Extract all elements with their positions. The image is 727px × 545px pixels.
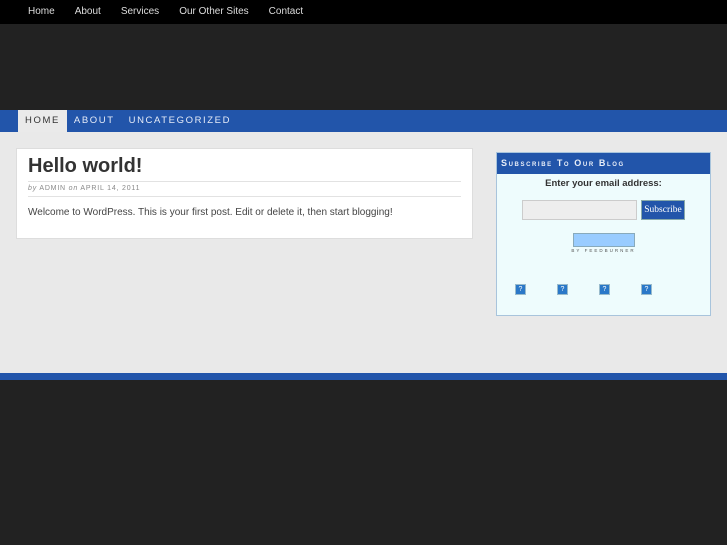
top-nav-other-sites[interactable]: Our Other Sites: [169, 0, 258, 24]
post-meta: by ADMIN on APRIL 14, 2011: [28, 181, 461, 197]
broken-image-icon[interactable]: ?: [557, 284, 568, 295]
top-nav-services[interactable]: Services: [111, 0, 169, 24]
feedburner-text: BY FEEDBURNER: [571, 248, 636, 253]
broken-image-icon[interactable]: ?: [641, 284, 652, 295]
nav-home[interactable]: HOME: [18, 110, 67, 132]
subscribe-widget: Subscribe To Our Blog Enter your email a…: [496, 152, 711, 316]
top-nav-about[interactable]: About: [65, 0, 111, 24]
broken-image-icon[interactable]: ?: [515, 284, 526, 295]
main-nav: HOME ABOUT UNCATEGORIZED: [0, 110, 727, 132]
post: Hello world! by ADMIN on APRIL 14, 2011 …: [16, 148, 473, 239]
feedburner-badge[interactable]: [572, 233, 635, 247]
footer: [0, 380, 727, 545]
email-label: Enter your email address:: [545, 178, 662, 189]
widget-title: Subscribe To Our Blog: [497, 153, 710, 174]
top-nav-home[interactable]: Home: [18, 0, 65, 24]
top-nav-contact[interactable]: Contact: [259, 0, 313, 24]
content-area: Hello world! by ADMIN on APRIL 14, 2011 …: [0, 132, 727, 373]
nav-uncategorized[interactable]: UNCATEGORIZED: [122, 110, 238, 132]
top-nav: Home About Services Our Other Sites Cont…: [0, 0, 727, 24]
post-title[interactable]: Hello world!: [28, 155, 461, 181]
meta-by: by: [28, 185, 37, 192]
meta-on: on: [68, 185, 79, 192]
subscribe-button[interactable]: Subscribe: [641, 200, 685, 220]
broken-image-icon[interactable]: ?: [599, 284, 610, 295]
post-body: Welcome to WordPress. This is your first…: [28, 207, 393, 218]
email-input[interactable]: [522, 200, 637, 220]
post-author[interactable]: ADMIN: [39, 185, 66, 192]
nav-about[interactable]: ABOUT: [67, 110, 122, 132]
post-date: APRIL 14, 2011: [80, 185, 141, 192]
header: [0, 24, 727, 110]
footer-divider: [0, 373, 727, 380]
